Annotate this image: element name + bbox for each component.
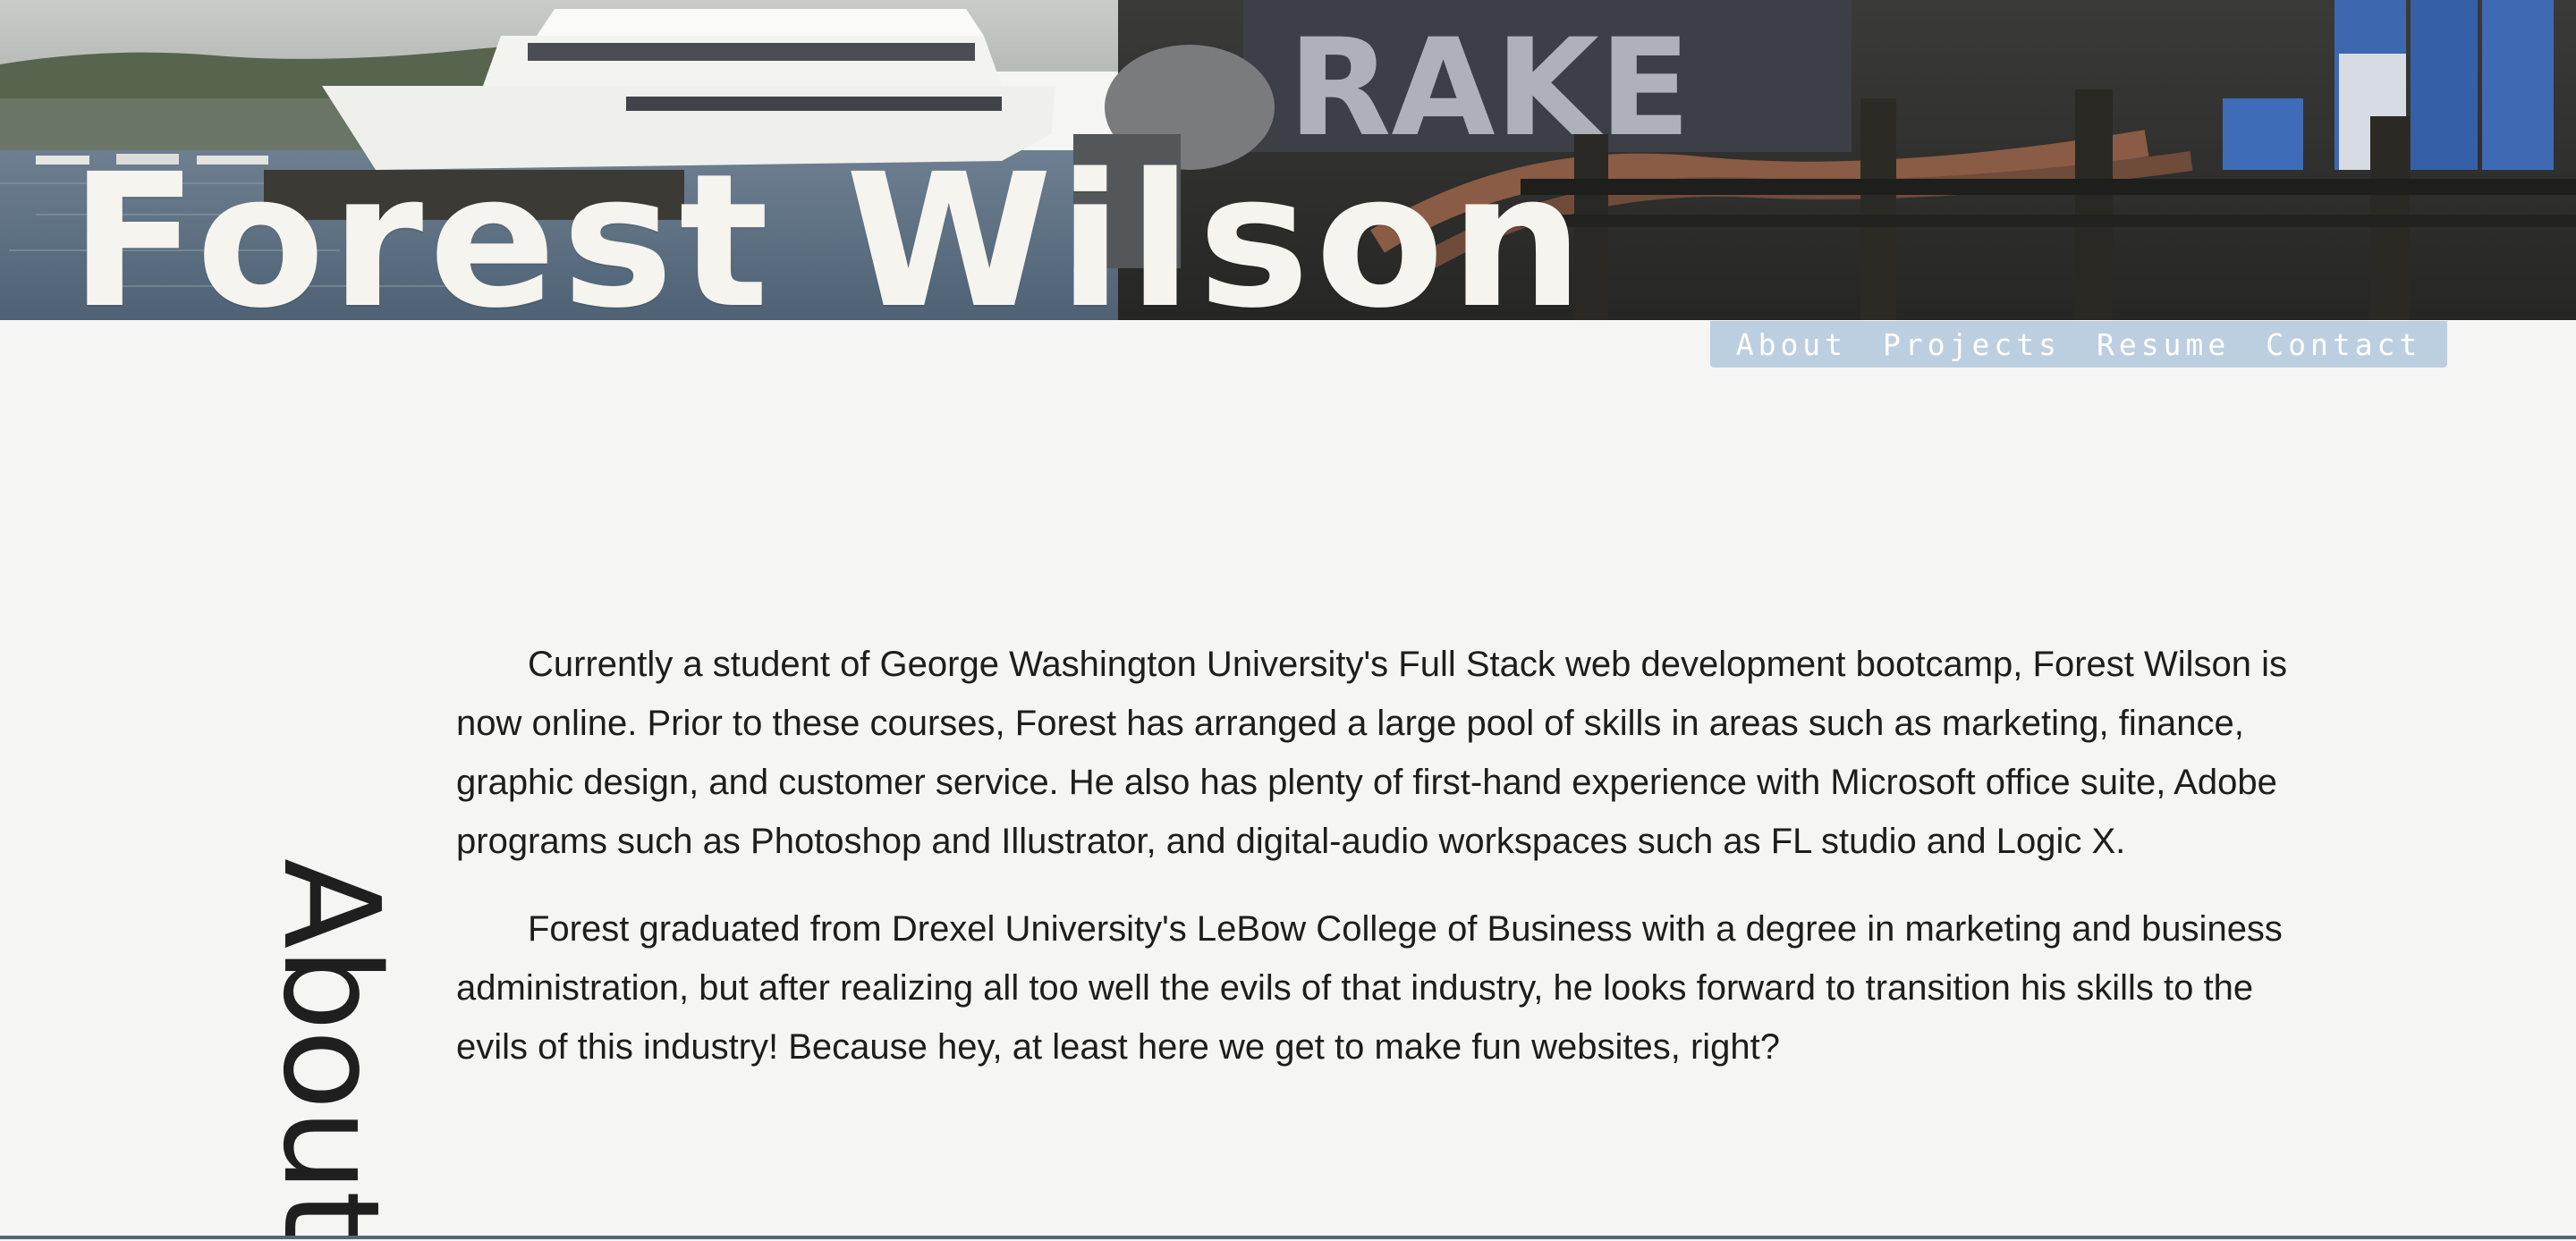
about-paragraph-2: Forest graduated from Drexel University'… xyxy=(456,909,2283,1067)
nav-projects-link[interactable]: Projects xyxy=(1883,327,2061,362)
header-banner: RAKE Forest Wilson xyxy=(0,0,2576,320)
site-title: Forest Wilson xyxy=(70,134,1589,320)
about-body: Currently a student of George Washington… xyxy=(456,635,2299,1105)
bottom-divider xyxy=(0,1236,2576,1239)
nav-about-link[interactable]: About xyxy=(1736,327,1847,362)
main-nav: About Projects Resume Contact xyxy=(1710,321,2447,367)
about-heading: About xyxy=(254,858,408,1241)
about-paragraph-1: Currently a student of George Washington… xyxy=(456,645,2288,861)
nav-contact-link[interactable]: Contact xyxy=(2266,327,2421,362)
nav-resume-link[interactable]: Resume xyxy=(2097,327,2230,362)
